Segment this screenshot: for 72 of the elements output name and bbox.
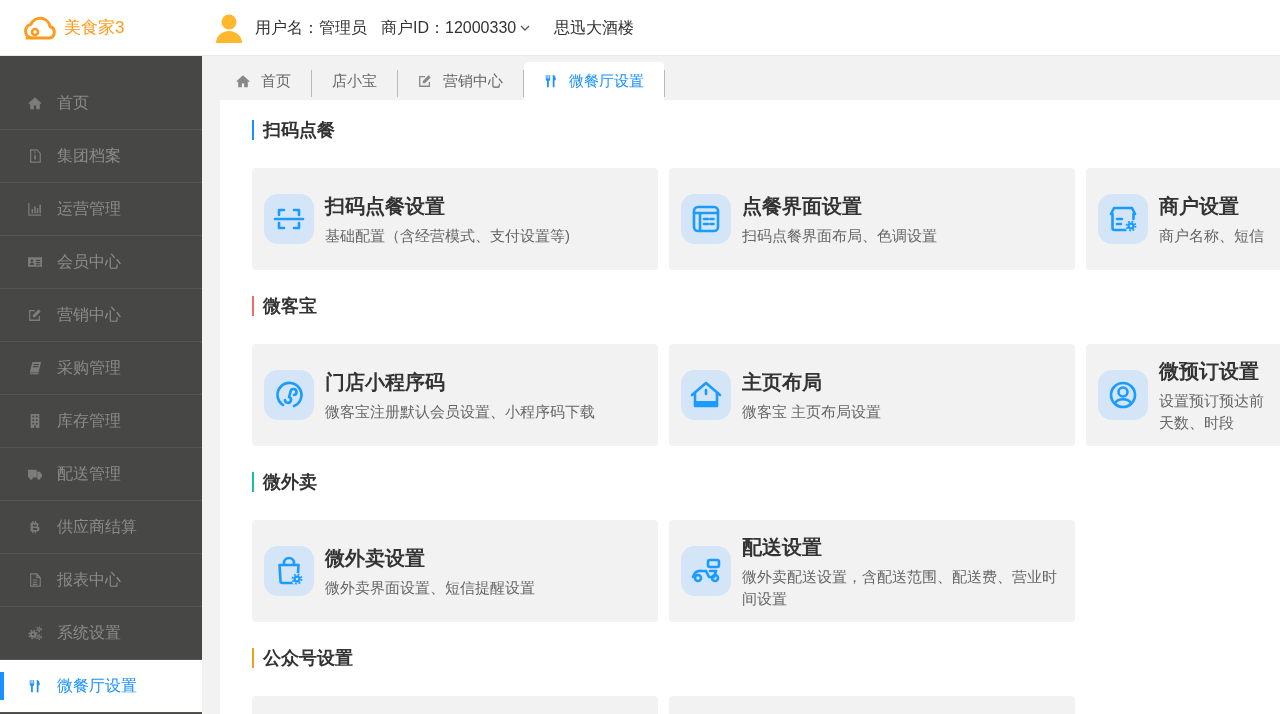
card-title: 点餐界面设置 — [742, 193, 863, 219]
fork-knife-icon — [544, 74, 558, 88]
card-title: 主页布局 — [742, 369, 823, 395]
settings-card[interactable]: 配送设置 微外卖配送设置，含配送范围、配送费、营业时间设置 — [669, 520, 1075, 622]
settings-card[interactable]: 门店小程序码 微客宝注册默认会员设置、小程序码下载 — [252, 344, 658, 446]
section-heading: 公众号设置 — [263, 647, 353, 669]
section-heading: 微外卖 — [263, 471, 317, 493]
edit-icon — [418, 74, 432, 88]
card-description: 微客宝注册默认会员设置、小程序码下载 — [325, 401, 596, 422]
store-gear-icon — [1098, 194, 1148, 244]
sidebar-item[interactable]: 营销中心 — [0, 289, 202, 342]
chevron-down-icon — [520, 24, 531, 31]
tab[interactable]: 微餐厅设置 — [524, 62, 664, 100]
bar-chart-icon — [28, 202, 42, 216]
card-title: 商户设置 — [1159, 193, 1240, 219]
settings-card[interactable]: 微外卖设置 微外卖界面设置、短信提醒设置 — [252, 520, 658, 622]
username-label: 用户名：管理员 — [255, 17, 367, 38]
card-title: 门店小程序码 — [325, 369, 446, 395]
sidebar-item[interactable]: 微餐厅设置 — [0, 660, 202, 713]
card-description: 微客宝 主页布局设置 — [742, 401, 883, 422]
card-title: 配送设置 — [742, 534, 823, 560]
section-heading: 微客宝 — [263, 295, 317, 317]
sidebar-item[interactable]: 首页 — [0, 77, 202, 130]
book-icon — [28, 361, 42, 375]
sidebar-item[interactable]: 配送管理 — [0, 448, 202, 501]
card-description: 微外卖界面设置、短信提醒设置 — [325, 577, 536, 598]
sidebar-item[interactable]: 集团档案 — [0, 130, 202, 183]
sidebar-item[interactable]: 会员中心 — [0, 236, 202, 289]
settings-card[interactable]: 微预订设置 设置预订预达前 天数、时段 — [1086, 344, 1280, 446]
card-description: 扫码点餐界面布局、色调设置 — [742, 225, 938, 246]
id-card-icon — [28, 255, 42, 269]
sidebar-item[interactable]: 报表中心 — [0, 554, 202, 607]
sidebar-item[interactable]: 库存管理 — [0, 395, 202, 448]
fork-knife-icon — [28, 679, 42, 693]
settings-card[interactable]: 点餐界面设置 扫码点餐界面布局、色调设置 — [669, 168, 1075, 270]
card-description: 设置预订预达前 — [1159, 390, 1265, 411]
window-layout-icon — [681, 194, 731, 244]
sidebar-item[interactable]: 运营管理 — [0, 183, 202, 236]
card-description: 基础配置（含经营模式、支付设置等) — [325, 225, 571, 246]
bag-gear-icon — [264, 546, 314, 596]
home-icon — [236, 74, 250, 88]
card-description: 微外卖配送设置，含配送范围、配送费、营业时间设置 — [742, 566, 1058, 609]
gears-icon — [28, 626, 42, 640]
settings-card[interactable]: 扫码点餐设置 基础配置（含经营模式、支付设置等) — [252, 168, 658, 270]
building-icon — [28, 414, 42, 428]
avatar-icon — [215, 12, 243, 43]
bitcoin-icon — [28, 520, 42, 534]
tab[interactable]: 店小宝 — [312, 62, 397, 100]
logo-text: 美食家3 — [64, 16, 125, 39]
card-title: 微外卖设置 — [325, 545, 426, 571]
merchant-dropdown[interactable]: 商户ID：12000330 — [381, 16, 531, 39]
house-icon — [681, 370, 731, 420]
sidebar-item[interactable]: 供应商结算 — [0, 501, 202, 554]
settings-card[interactable]: 主页布局 微客宝 主页布局设置 — [669, 344, 1075, 446]
tab[interactable]: 首页 — [220, 62, 311, 100]
cloud-icon — [22, 14, 58, 41]
file-text-icon — [28, 573, 42, 587]
home-icon — [28, 96, 42, 110]
section-heading: 扫码点餐 — [263, 119, 335, 141]
edit-icon — [28, 308, 42, 322]
card-description: 天数、时段 — [1159, 412, 1235, 433]
card-title: 扫码点餐设置 — [325, 193, 446, 219]
scan-icon — [264, 194, 314, 244]
tab[interactable]: 营销中心 — [398, 62, 523, 100]
scooter-icon — [681, 546, 731, 596]
truck-icon — [28, 467, 42, 481]
card-title: 微预订设置 — [1159, 358, 1260, 384]
document-icon — [28, 149, 42, 163]
settings-card[interactable]: 商户设置 商户名称、短信 — [1086, 168, 1280, 270]
sidebar-item[interactable]: 采购管理 — [0, 342, 202, 395]
store-name: 思迅大酒楼 — [554, 17, 635, 38]
card-description: 商户名称、短信 — [1159, 225, 1265, 246]
